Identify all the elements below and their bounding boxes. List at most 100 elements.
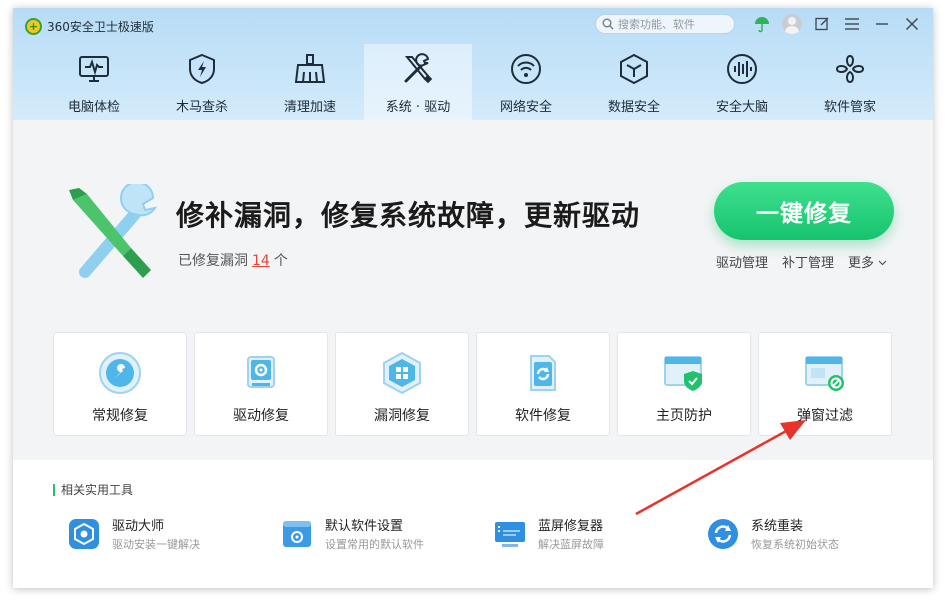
cube-icon xyxy=(620,53,648,85)
apps-icon xyxy=(835,54,865,84)
tab-label: 系统 · 驱动 xyxy=(385,100,451,115)
windows-shield-icon xyxy=(383,351,421,395)
tab-network-security[interactable]: 网络安全 xyxy=(472,44,580,120)
tool-text: 驱动大师 驱动安装一键解决 xyxy=(112,518,200,554)
card-label: 软件修复 xyxy=(515,408,571,424)
tool-text: 默认软件设置 设置常用的默认软件 xyxy=(325,518,424,554)
repair-summary-prefix: 已修复漏洞 xyxy=(178,253,248,269)
minimize-button[interactable] xyxy=(867,12,897,36)
search-box[interactable] xyxy=(595,14,735,34)
umbrella-button[interactable] xyxy=(747,12,777,36)
more-dropdown[interactable]: 更多 xyxy=(848,252,887,271)
umbrella-icon xyxy=(755,17,769,33)
tool-default-software[interactable]: 默认软件设置 设置常用的默认软件 xyxy=(281,518,494,554)
tool-desc: 设置常用的默认软件 xyxy=(325,538,424,551)
feedback-button[interactable] xyxy=(807,12,837,36)
app-title-bar: + 360安全卫士极速版 xyxy=(25,16,154,36)
search-input[interactable] xyxy=(618,17,728,31)
popup-block-icon xyxy=(805,356,844,391)
shield-bolt-icon xyxy=(189,53,215,85)
tab-data-security[interactable]: 数据安全 xyxy=(580,44,688,120)
bluescreen-icon xyxy=(495,522,525,547)
close-button[interactable] xyxy=(897,12,927,36)
tool-system-reinstall[interactable]: 系统重装 恢复系统初始状态 xyxy=(707,518,920,554)
patch-manager-link[interactable]: 补丁管理 xyxy=(782,252,834,271)
tab-label: 安全大脑 xyxy=(715,100,768,115)
tab-system-driver[interactable]: 系统 · 驱动 xyxy=(364,44,472,120)
tool-text: 蓝屏修复器 解决蓝屏故障 xyxy=(538,518,604,554)
header: + 360安全卫士极速版 搜索功能、软件 电脑体检 木马查杀 清理加速 系统 ·… xyxy=(13,8,933,120)
tool-bluescreen-repair[interactable]: 蓝屏修复器 解决蓝屏故障 xyxy=(494,518,707,554)
tool-name: 默认软件设置 xyxy=(325,519,404,534)
card-homepage-protection[interactable]: 主页防护 xyxy=(617,332,751,436)
app-title: 360安全卫士极速版 xyxy=(47,19,154,34)
default-software-icon xyxy=(283,521,311,547)
broom-icon xyxy=(294,54,326,83)
tab-label: 电脑体检 xyxy=(67,100,120,115)
search-icon xyxy=(602,18,614,30)
tab-label: 木马查杀 xyxy=(175,100,228,115)
chevron-down-icon xyxy=(878,260,887,266)
browser-shield-icon xyxy=(664,356,702,391)
tab-label: 软件管家 xyxy=(823,100,876,115)
card-label: 常规修复 xyxy=(92,408,148,424)
card-label: 主页防护 xyxy=(656,408,712,424)
tool-desc: 驱动安装一键解决 xyxy=(112,538,200,551)
tool-driver-master[interactable]: 驱动大师 驱动安装一键解决 xyxy=(68,518,281,554)
related-tools-heading: 相关实用工具 xyxy=(53,484,133,496)
hero-links: 驱动管理 补丁管理 更多 xyxy=(716,252,887,271)
tab-label: 网络安全 xyxy=(499,100,552,115)
tab-software-manager[interactable]: 软件管家 xyxy=(796,44,904,120)
tool-desc: 恢复系统初始状态 xyxy=(751,538,839,551)
one-click-fix-button[interactable]: 一键修复 xyxy=(714,182,894,240)
tool-name: 系统重装 xyxy=(751,519,804,534)
tool-name: 蓝屏修复器 xyxy=(538,519,604,534)
repaired-count-link[interactable]: 14 xyxy=(252,253,270,269)
brain-wave-icon xyxy=(727,54,757,84)
tool-desc: 解决蓝屏故障 xyxy=(538,538,604,551)
tool-name: 驱动大师 xyxy=(112,519,165,534)
tab-label: 清理加速 xyxy=(283,100,336,115)
app-window: + 360安全卫士极速版 搜索功能、软件 电脑体检 木马查杀 清理加速 系统 ·… xyxy=(13,8,933,588)
card-regular-repair[interactable]: 常规修复 xyxy=(53,332,187,436)
card-driver-repair[interactable]: 驱动修复 xyxy=(194,332,328,436)
refresh-file-icon xyxy=(530,355,556,391)
wifi-icon xyxy=(511,54,541,84)
tools-list: 驱动大师 驱动安装一键解决 默认软件设置 设置常用的默认软件 蓝屏修复器 解决蓝… xyxy=(68,518,920,554)
card-label: 漏洞修复 xyxy=(374,408,430,424)
user-avatar-button[interactable] xyxy=(777,12,807,36)
repair-summary-suffix: 个 xyxy=(273,253,288,269)
hamburger-menu-icon xyxy=(845,18,859,30)
gear-chip-icon xyxy=(247,356,275,388)
main-nav: 电脑体检 木马查杀 清理加速 系统 · 驱动 网络安全 数据安全 安全大脑 软件… xyxy=(40,44,904,120)
tab-trojan-scan[interactable]: 木马查杀 xyxy=(148,44,256,120)
edit-note-icon xyxy=(815,17,829,31)
driver-manager-link[interactable]: 驱动管理 xyxy=(716,252,768,271)
more-label: 更多 xyxy=(848,256,875,271)
tool-text: 系统重装 恢复系统初始状态 xyxy=(751,518,839,554)
card-popup-filter[interactable]: 弹窗过滤 xyxy=(758,332,892,436)
avatar xyxy=(782,14,802,34)
monitor-pulse-icon xyxy=(79,56,109,82)
tab-cleanup[interactable]: 清理加速 xyxy=(256,44,364,120)
tab-label: 数据安全 xyxy=(607,100,660,115)
card-label: 弹窗过滤 xyxy=(797,408,853,424)
card-label: 驱动修复 xyxy=(233,408,289,424)
card-software-repair[interactable]: 软件修复 xyxy=(476,332,610,436)
hero-title: 修补漏洞，修复系统故障，更新驱动 xyxy=(176,199,641,232)
title-toolbar xyxy=(747,12,927,36)
close-icon xyxy=(906,18,918,30)
system-reinstall-icon xyxy=(708,519,738,549)
card-vulnerability-repair[interactable]: 漏洞修复 xyxy=(335,332,469,436)
repair-tools-illustration xyxy=(69,184,158,278)
tab-pc-checkup[interactable]: 电脑体检 xyxy=(40,44,148,120)
repair-summary: 已修复漏洞 14 个 xyxy=(178,250,288,270)
tab-security-brain[interactable]: 安全大脑 xyxy=(688,44,796,120)
wrench-circle-icon xyxy=(99,352,141,394)
app-logo-icon: + xyxy=(25,17,42,35)
related-tools-panel: 相关实用工具 驱动大师 驱动安装一键解决 默认软件设置 设置常用的默认软件 蓝屏… xyxy=(13,460,933,588)
driver-master-icon xyxy=(69,519,99,549)
menu-button[interactable] xyxy=(837,12,867,36)
minimize-icon xyxy=(876,23,888,25)
repair-cards: 常规修复 驱动修复 漏洞修复 软件修复 主页防护 弹窗过滤 xyxy=(53,332,892,436)
